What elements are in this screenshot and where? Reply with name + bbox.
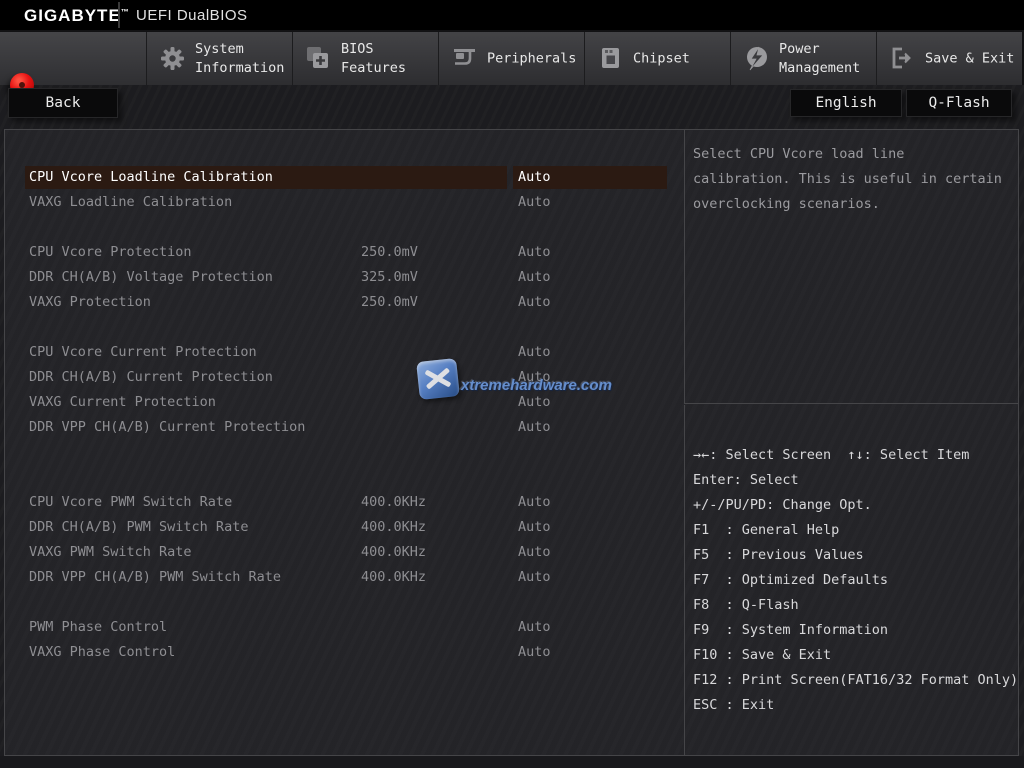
setting-row[interactable]: VAXG Protection250.0mV Auto (5, 291, 683, 314)
tab-label: Peripherals (487, 49, 576, 68)
watermark-x-icon (416, 358, 460, 400)
shortcuts-list: →←: Select Screen ↑↓: Select ItemEnter: … (693, 443, 1015, 718)
shortcut-line: +/-/PU/PD: Change Opt. (693, 493, 1015, 518)
shortcut-line: F7 : Optimized Defaults (693, 568, 1015, 593)
power-bolt-icon (743, 45, 770, 72)
chipset-icon (597, 45, 624, 72)
tab-label: Power Management (779, 40, 860, 78)
setting-row[interactable]: CPU Vcore PWM Switch Rate400.0KHz Auto (5, 491, 683, 514)
setting-label: DDR VPP CH(A/B) Current Protection (25, 416, 507, 439)
setting-current-value: 400.0KHz (361, 516, 426, 539)
tab-label: System Information (195, 40, 284, 78)
shortcut-line: F1 : General Help (693, 518, 1015, 543)
gigabyte-logo: GIGABYTE™ (24, 6, 130, 26)
qflash-button[interactable]: Q-Flash (906, 89, 1012, 117)
setting-row[interactable]: DDR CH(A/B) Voltage Protection325.0mV Aut… (5, 266, 683, 289)
tab-label: Chipset (633, 49, 690, 68)
setting-label: DDR VPP CH(A/B) PWM Switch Rate (25, 566, 507, 589)
setting-label: VAXG PWM Switch Rate (25, 541, 507, 564)
shortcut-line: F8 : Q-Flash (693, 593, 1015, 618)
setting-label: CPU Vcore Protection (25, 241, 507, 264)
tab-bios-features[interactable]: BIOS Features (292, 32, 438, 85)
settings-list: CPU Vcore Loadline CalibrationAutoVAXG L… (5, 130, 683, 755)
tab-save-exit[interactable]: Save & Exit (876, 32, 1022, 85)
shortcut-line: F10 : Save & Exit (693, 643, 1015, 668)
logo-divider (118, 2, 120, 28)
setting-label: VAXG Phase Control (25, 641, 507, 664)
setting-option-value[interactable]: Auto (513, 566, 667, 589)
watermark: xtremehardware.com (418, 358, 598, 404)
tab-bar: M.I.T. System InformationBIOS FeaturesPe… (0, 30, 1024, 85)
setting-label: DDR CH(A/B) Voltage Protection (25, 266, 507, 289)
firmware-title: UEFI DualBIOS (136, 7, 248, 24)
setting-current-value: 400.0KHz (361, 566, 426, 589)
watermark-text: xtremehardware.com (461, 377, 612, 394)
tab-label: Save & Exit (925, 49, 1014, 68)
setting-current-value: 400.0KHz (361, 541, 426, 564)
setting-option-value[interactable]: Auto (513, 641, 667, 664)
shortcut-line: →←: Select Screen ↑↓: Select Item (693, 443, 1015, 468)
setting-option-value[interactable]: Auto (513, 416, 667, 439)
setting-row[interactable]: VAXG Loadline Calibration Auto (5, 191, 683, 214)
shortcut-line: F12 : Print Screen(FAT16/32 Format Only) (693, 668, 1015, 693)
shortcut-line: Enter: Select (693, 468, 1015, 493)
help-panel: Select CPU Vcore load line calibration. … (684, 130, 1018, 404)
back-button[interactable]: Back (8, 88, 118, 118)
tab-power-management[interactable]: Power Management (730, 32, 876, 85)
setting-option-value[interactable]: Auto (513, 491, 667, 514)
setting-option-value[interactable]: Auto (513, 166, 667, 189)
tab-system-information[interactable]: System Information (146, 32, 292, 85)
shortcut-line: F5 : Previous Values (693, 543, 1015, 568)
setting-option-value[interactable]: Auto (513, 241, 667, 264)
gear-icon (159, 45, 186, 72)
setting-option-value[interactable]: Auto (513, 291, 667, 314)
setting-row[interactable]: VAXG PWM Switch Rate400.0KHz Auto (5, 541, 683, 564)
setting-label: DDR CH(A/B) PWM Switch Rate (25, 516, 507, 539)
setting-option-value[interactable]: Auto (513, 191, 667, 214)
tab-label: BIOS Features (341, 40, 406, 78)
tab-peripherals[interactable]: Peripherals (438, 32, 584, 85)
setting-current-value: 325.0mV (361, 266, 418, 289)
top-bar: GIGABYTE™ UEFI DualBIOS (0, 0, 1024, 30)
shortcut-line: F9 : System Information (693, 618, 1015, 643)
setting-label: VAXG Loadline Calibration (25, 191, 507, 214)
content-frame: CPU Vcore Loadline CalibrationAutoVAXG L… (4, 129, 1019, 756)
setting-option-value[interactable]: Auto (513, 516, 667, 539)
setting-current-value: 400.0KHz (361, 491, 426, 514)
setting-row[interactable]: VAXG Phase Control Auto (5, 641, 683, 664)
setting-current-value: 250.0mV (361, 241, 418, 264)
setting-row[interactable]: DDR VPP CH(A/B) Current Protection Auto (5, 416, 683, 439)
setting-option-value[interactable]: Auto (513, 541, 667, 564)
help-text: Select CPU Vcore load line calibration. … (693, 142, 1009, 217)
language-button[interactable]: English (790, 89, 902, 117)
tab-strip: System Information BIOS Features Periphera… (146, 32, 1022, 85)
setting-label: CPU Vcore PWM Switch Rate (25, 491, 507, 514)
setting-row[interactable]: PWM Phase Control Auto (5, 616, 683, 639)
shortcut-line: ESC : Exit (693, 693, 1015, 718)
setting-label: PWM Phase Control (25, 616, 507, 639)
setting-label: VAXG Protection (25, 291, 507, 314)
bios-chip-icon (305, 45, 332, 72)
tab-chipset[interactable]: Chipset (584, 32, 730, 85)
setting-option-value[interactable]: Auto (513, 266, 667, 289)
save-exit-icon (889, 45, 916, 72)
trademark-symbol: ™ (121, 7, 130, 16)
setting-row[interactable]: CPU Vcore Protection250.0mV Auto (5, 241, 683, 264)
setting-row[interactable]: DDR CH(A/B) PWM Switch Rate400.0KHz Auto (5, 516, 683, 539)
setting-current-value: 250.0mV (361, 291, 418, 314)
setting-option-value[interactable]: Auto (513, 616, 667, 639)
setting-row[interactable]: DDR VPP CH(A/B) PWM Switch Rate400.0KHz A… (5, 566, 683, 589)
setting-label: CPU Vcore Loadline Calibration (25, 166, 507, 189)
bottom-strip (0, 756, 1024, 768)
peripherals-icon (451, 45, 478, 72)
bios-screen: GIGABYTE™ UEFI DualBIOS M.I.T. System In… (0, 0, 1024, 768)
setting-row[interactable]: CPU Vcore Loadline Calibration Auto (5, 166, 683, 189)
shortcuts-panel: →←: Select Screen ↑↓: Select ItemEnter: … (684, 405, 1018, 755)
